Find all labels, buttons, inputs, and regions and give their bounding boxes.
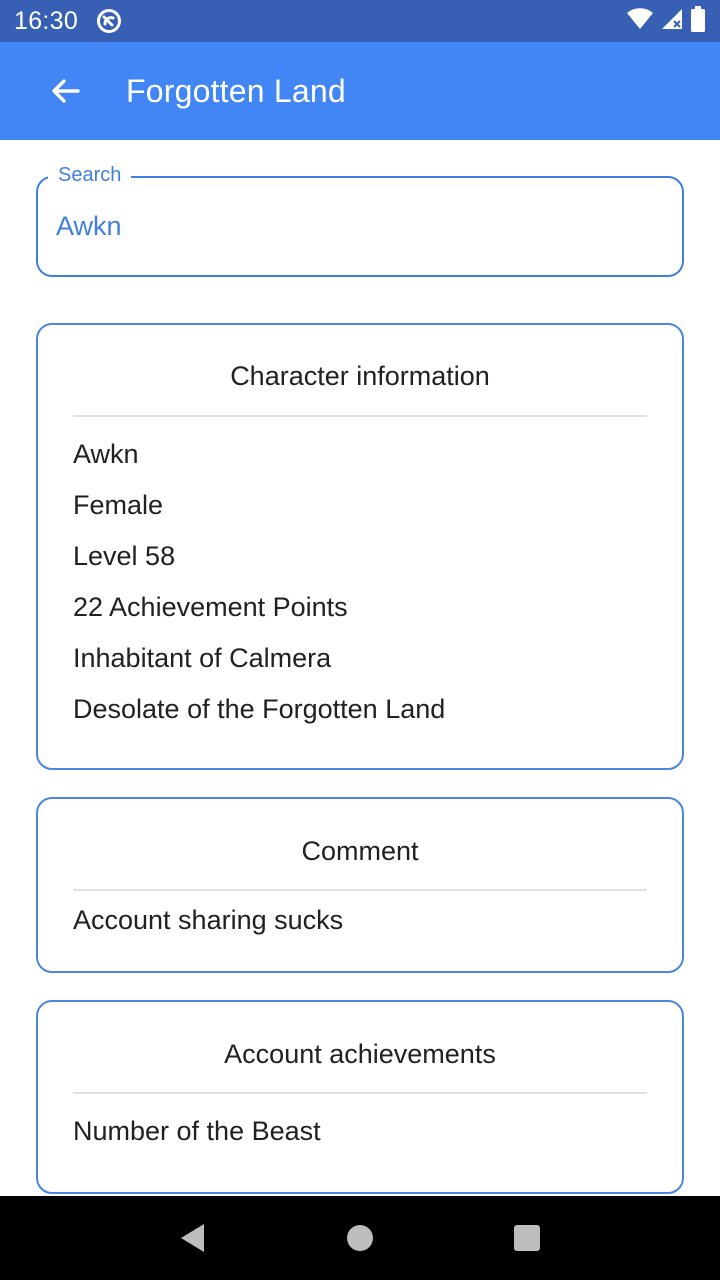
search-label: Search bbox=[48, 164, 132, 187]
card-title: Account achievements bbox=[224, 1039, 496, 1069]
comment-text: Account sharing sucks bbox=[73, 905, 344, 935]
wifi-icon bbox=[626, 7, 654, 36]
achievements-card: Account achievements Number of the Beast bbox=[36, 1000, 684, 1194]
back-button[interactable] bbox=[36, 61, 96, 121]
page-title: Forgotten Land bbox=[126, 72, 346, 109]
character-achievement-points: 22 Achievement Points bbox=[73, 592, 348, 622]
nav-home-button[interactable] bbox=[330, 1208, 390, 1268]
card-title: Character information bbox=[230, 361, 490, 391]
app-bar: Forgotten Land bbox=[0, 42, 720, 140]
card-title: Comment bbox=[301, 836, 419, 866]
card-divider bbox=[73, 889, 647, 891]
card-divider bbox=[73, 415, 647, 417]
character-gender: Female bbox=[73, 490, 164, 520]
home-circle-icon bbox=[346, 1225, 373, 1251]
character-level: Level 58 bbox=[73, 541, 176, 571]
app-notification-icon bbox=[96, 8, 122, 34]
character-info-card: Character information Awkn Female Level … bbox=[36, 323, 684, 770]
search-field[interactable]: Search bbox=[36, 164, 684, 277]
system-nav-bar bbox=[0, 1196, 720, 1280]
character-home: Inhabitant of Calmera bbox=[73, 643, 332, 673]
character-name: Awkn bbox=[73, 439, 139, 469]
status-icons bbox=[626, 5, 706, 37]
status-bar: 16:30 bbox=[0, 0, 720, 42]
search-input[interactable] bbox=[56, 206, 656, 246]
nav-back-button[interactable] bbox=[163, 1208, 223, 1268]
signal-icon bbox=[660, 7, 684, 36]
back-triangle-icon bbox=[181, 1224, 205, 1252]
arrow-back-icon bbox=[52, 79, 80, 103]
nav-recents-button[interactable] bbox=[497, 1208, 557, 1268]
card-divider bbox=[73, 1092, 647, 1094]
battery-icon bbox=[690, 5, 706, 37]
recents-square-icon bbox=[513, 1225, 540, 1251]
status-time: 16:30 bbox=[14, 6, 79, 35]
character-title: Desolate of the Forgotten Land bbox=[73, 694, 446, 724]
comment-card: Comment Account sharing sucks bbox=[36, 797, 684, 973]
list-item: Number of the Beast bbox=[73, 1116, 321, 1146]
